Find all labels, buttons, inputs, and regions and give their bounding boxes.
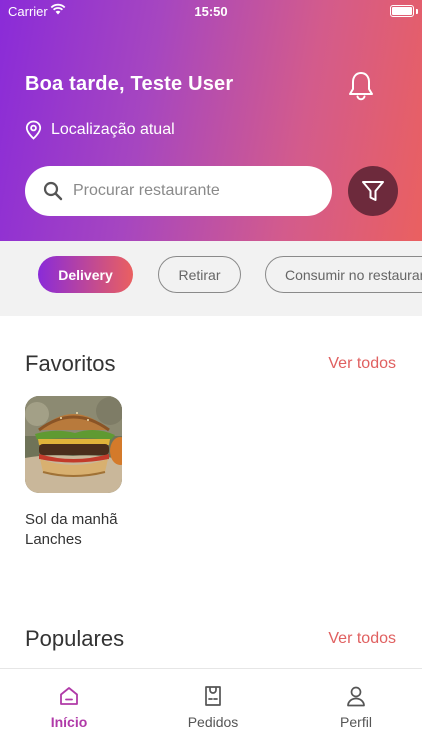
favorites-title: Favoritos — [25, 351, 116, 376]
bell-icon[interactable] — [346, 70, 376, 102]
location-selector[interactable]: Localização atual — [25, 120, 175, 140]
search-icon — [43, 181, 63, 201]
popular-see-all-link[interactable]: Ver todos — [328, 630, 396, 648]
mode-dine-in-chip[interactable]: Consumir no restaurante — [265, 256, 422, 293]
delivery-mode-selector: Delivery Retirar Consumir no restaurante — [0, 241, 422, 316]
filter-button[interactable] — [348, 166, 398, 216]
battery-icon — [390, 5, 414, 17]
header: Carrier 15:50 Boa tarde, Teste User Loca… — [0, 0, 422, 241]
search-input[interactable] — [73, 182, 303, 200]
restaurant-card[interactable]: Sol da manhã Lanches — [25, 396, 122, 550]
tab-home[interactable]: Início — [19, 685, 119, 730]
restaurant-name: Sol da manhã Lanches — [25, 511, 118, 548]
tab-orders[interactable]: Pedidos — [163, 685, 263, 730]
tab-orders-label: Pedidos — [187, 714, 239, 730]
search-bar[interactable] — [25, 166, 332, 216]
tab-profile-label: Perfil — [340, 714, 372, 730]
popular-title: Populares — [25, 626, 125, 651]
favorites-see-all-link[interactable]: Ver todos — [328, 355, 396, 373]
greeting-title: Boa tarde, Teste User — [25, 73, 234, 95]
user-icon — [347, 686, 365, 707]
filter-icon — [362, 181, 384, 201]
clock: 15:50 — [194, 4, 228, 19]
tab-bar: Início Pedidos Perfil — [0, 668, 422, 750]
location-label: Localização atual — [51, 121, 175, 138]
home-icon — [60, 687, 78, 705]
location-pin-icon — [25, 120, 42, 140]
tab-home-label: Início — [50, 714, 88, 730]
mode-pickup-chip[interactable]: Retirar — [158, 256, 241, 293]
tab-profile[interactable]: Perfil — [306, 685, 406, 730]
mode-delivery-chip[interactable]: Delivery — [38, 256, 133, 293]
receipt-icon — [205, 686, 221, 706]
restaurant-photo — [25, 396, 122, 493]
status-bar: Carrier 15:50 — [0, 0, 422, 24]
